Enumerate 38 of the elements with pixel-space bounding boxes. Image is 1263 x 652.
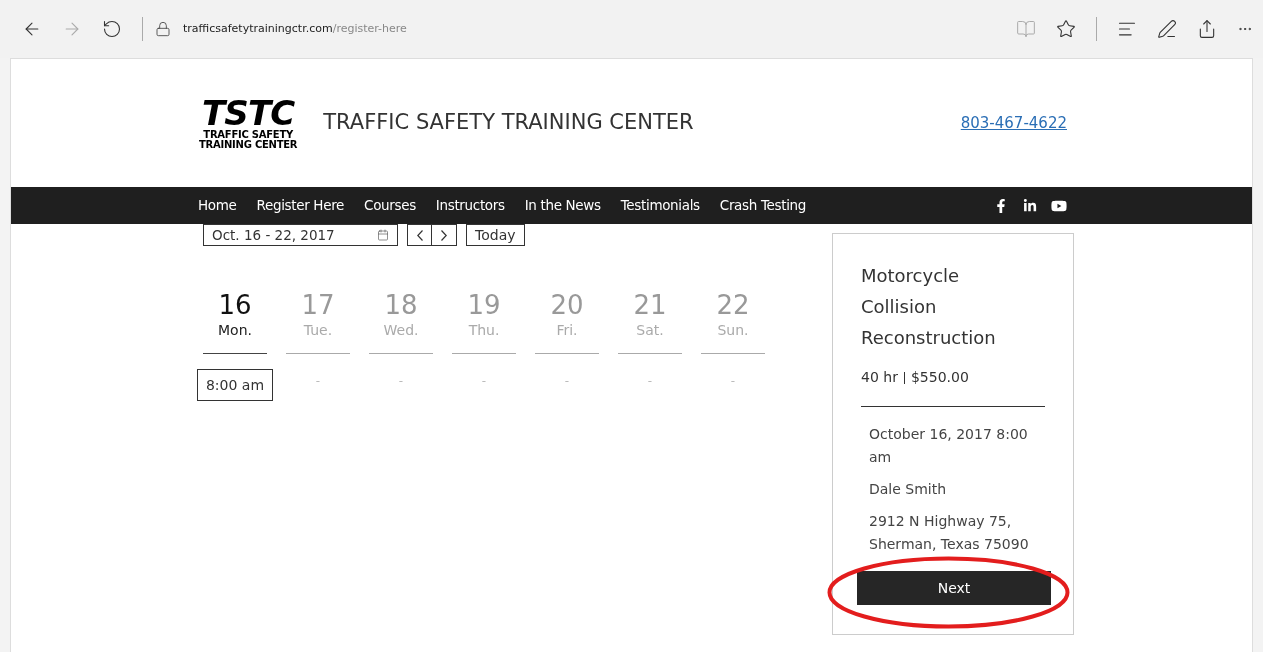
time-slot-button[interactable]: 8:00 am bbox=[196, 369, 274, 401]
no-slot-text: - bbox=[647, 373, 653, 390]
nav-link[interactable]: Courses bbox=[355, 195, 425, 216]
nav-link[interactable]: Register Here bbox=[247, 195, 354, 216]
duration-text: 40 hr bbox=[861, 368, 898, 387]
instructor-name: Dale Smith bbox=[869, 480, 948, 499]
facebook-icon[interactable] bbox=[995, 198, 1007, 213]
session-address: 2912 N Highway 75, Sherman, Texas 75090 bbox=[869, 512, 1030, 554]
nav-link[interactable]: Instructors bbox=[426, 195, 514, 216]
share-icon[interactable] bbox=[1197, 19, 1217, 39]
logo[interactable]: TSTC TRAFFIC SAFETY TRAINING CENTER bbox=[199, 96, 298, 150]
course-title: Motorcycle Collision Reconstruction bbox=[861, 264, 997, 350]
today-button[interactable]: Today bbox=[466, 224, 525, 246]
nav-link[interactable]: Testimonials bbox=[611, 195, 709, 216]
no-slot-text: - bbox=[564, 373, 570, 390]
site-title: TRAFFIC SAFETY TRAINING CENTER bbox=[323, 109, 694, 137]
next-button[interactable]: Next bbox=[857, 571, 1051, 605]
day-tab[interactable]: 16 Mon. bbox=[203, 290, 267, 354]
no-slot-text: - bbox=[481, 373, 487, 390]
nav-link[interactable]: Home bbox=[198, 195, 246, 216]
nav-link[interactable]: Crash Testing bbox=[710, 195, 815, 216]
phone-link[interactable]: 803-467-4622 bbox=[960, 111, 1067, 135]
refresh-icon[interactable] bbox=[102, 19, 122, 39]
no-slot-text: - bbox=[398, 373, 404, 390]
address-field[interactable]: trafficsafetytrainingctr.com/register-here bbox=[183, 20, 996, 38]
price-text: $550.00 bbox=[910, 368, 969, 387]
calendar-icon bbox=[377, 229, 389, 241]
session-datetime: October 16, 2017 8:00 am bbox=[869, 425, 1029, 467]
lock-icon bbox=[155, 21, 171, 37]
chevron-left-icon bbox=[416, 229, 423, 241]
no-slot-text: - bbox=[730, 373, 736, 390]
star-icon[interactable] bbox=[1056, 19, 1076, 39]
linkedin-icon[interactable] bbox=[1023, 198, 1037, 213]
chevron-right-icon bbox=[441, 229, 447, 241]
no-slot-text: - bbox=[315, 373, 321, 390]
date-range-field[interactable]: Oct. 16 - 22, 2017 bbox=[203, 224, 398, 246]
pen-icon[interactable] bbox=[1157, 19, 1177, 39]
nav-link[interactable]: In the News bbox=[515, 195, 610, 216]
